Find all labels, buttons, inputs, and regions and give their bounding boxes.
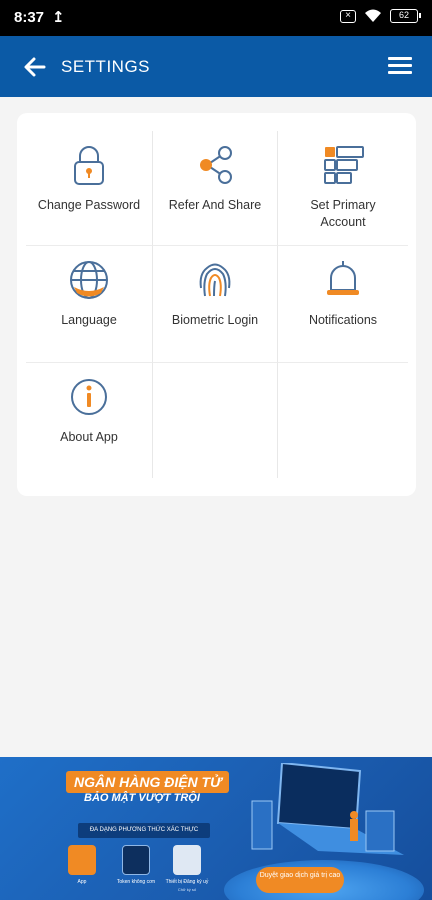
status-time: 8:37 [14,9,45,26]
biometric-login-item[interactable]: Biometric Login [153,246,278,363]
status-icons: × 62 [340,9,421,23]
empty-cell [278,363,408,478]
globe-icon [70,261,108,299]
change-password-label: Change Password [37,198,141,212]
notifications-label: Notifications [308,313,378,327]
fingerprint-icon [199,263,231,297]
notifications-item[interactable]: Notifications [278,246,408,363]
share-icon [200,146,232,184]
bell-icon [327,261,359,295]
device-method-caption: Chữ ký số [177,887,197,892]
device-method-label: Thiết bị Đăng ký uỷ [165,879,209,885]
wifi-icon [365,9,381,22]
biometric-login-label: Biometric Login [171,313,259,327]
back-button[interactable] [22,54,48,80]
account-list-icon [324,146,364,184]
banner-tagline: Duyệt giao dịch giá trị cao [256,867,344,893]
language-item[interactable]: Language [26,246,153,363]
about-app-label: About App [60,430,118,444]
laptop-illustration-icon [251,763,404,855]
app-method-tile [68,845,96,875]
banner-methods-title: ĐA DẠNG PHƯƠNG THỨC XÁC THỰC [78,823,210,838]
battery-icon: 62 [390,9,421,23]
usb-token-icon [173,845,201,875]
settings-card: Change Password Refer And Share Set Prim… [17,113,416,496]
app-bar: SETTINGS [0,36,432,97]
promo-banner[interactable]: NGÂN HÀNG ĐIỆN TỬ BẢO MẬT VƯỢT TRỘI ĐA D… [0,757,432,900]
calculator-icon [122,845,150,875]
empty-cell [153,363,278,478]
hamburger-menu-icon[interactable] [388,57,412,77]
banner-headline: NGÂN HÀNG ĐIỆN TỬ [66,771,230,793]
banner-subheadline: BẢO MẬT VƯỢT TRỘI [84,792,200,804]
change-password-item[interactable]: Change Password [26,131,153,246]
settings-grid: Change Password Refer And Share Set Prim… [26,131,408,478]
arrow-left-icon [24,57,46,77]
language-label: Language [61,313,117,327]
refer-and-share-item[interactable]: Refer And Share [153,131,278,246]
set-primary-account-item[interactable]: Set Primary Account [278,131,408,246]
upload-arrow-icon: ↥ [52,9,65,26]
padlock-icon [74,146,104,185]
app-method-label: App [77,879,87,885]
no-sim-icon: × [340,9,356,23]
status-bar: 8:37 ↥ × 62 [0,0,432,36]
about-app-item[interactable]: About App [26,363,153,478]
page-title: SETTINGS [61,57,151,76]
info-icon [71,379,107,415]
set-primary-account-label: Set Primary Account [310,198,376,229]
token-method-label: Token không cơn [116,879,156,885]
refer-and-share-label: Refer And Share [168,198,262,212]
